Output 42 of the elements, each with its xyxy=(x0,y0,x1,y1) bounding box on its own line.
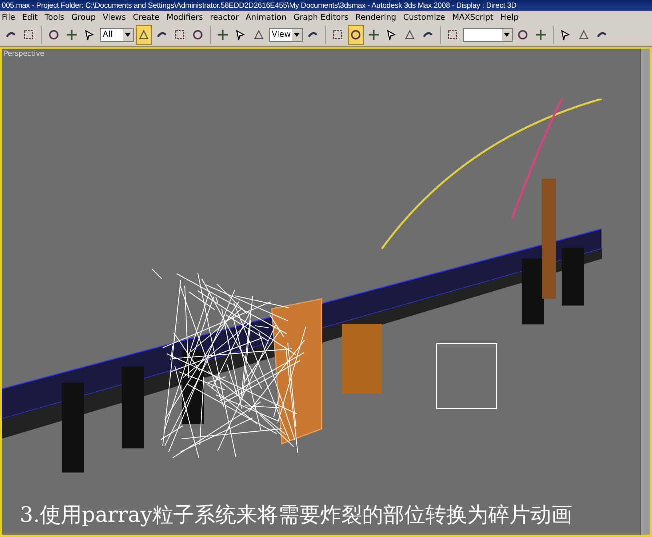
tool-icon xyxy=(578,28,590,40)
tool-icon xyxy=(535,28,547,40)
menu-item[interactable]: reactor xyxy=(210,12,239,22)
menu-item[interactable]: Customize xyxy=(403,12,446,22)
tool-icon xyxy=(84,28,96,40)
caption-text: 3.使用parray粒子系统来将需要炸裂的部位转换为碎片动画 xyxy=(20,502,572,529)
menu-item[interactable]: Views xyxy=(102,12,126,22)
menu-item[interactable]: MAXScript xyxy=(452,12,494,22)
toolbar-dropdown[interactable]: All xyxy=(100,28,134,42)
toolbar-dropdown[interactable] xyxy=(463,28,513,42)
caret-icon xyxy=(294,32,300,36)
tool-icon xyxy=(447,28,459,40)
menu-item[interactable]: Tools xyxy=(44,12,65,22)
tool-icon xyxy=(217,28,229,40)
tool-icon xyxy=(332,28,344,40)
menu-item[interactable]: Graph Editors xyxy=(294,12,349,22)
caret-icon xyxy=(125,32,131,36)
toolbar-dropdown[interactable]: View xyxy=(269,28,303,42)
menu-item[interactable]: File xyxy=(2,12,16,22)
tool-icon xyxy=(138,28,150,40)
tool-icon xyxy=(174,28,186,40)
tool-icon xyxy=(350,28,362,40)
tool-icon xyxy=(517,28,529,40)
tool-icon xyxy=(23,28,35,40)
menu-item[interactable]: Animation xyxy=(246,12,287,22)
tool-icon xyxy=(404,28,416,40)
menu-item[interactable]: Create xyxy=(133,12,160,22)
toolbar-button[interactable] xyxy=(348,24,364,44)
menu-item[interactable]: Help xyxy=(500,12,519,22)
tool-icon xyxy=(235,28,247,40)
tool-icon xyxy=(368,28,380,40)
tool-icon xyxy=(192,28,204,40)
tool-icon xyxy=(66,28,78,40)
menu-item[interactable]: Edit xyxy=(22,12,38,22)
tool-icon xyxy=(48,28,60,40)
menu-item[interactable]: Modifiers xyxy=(166,12,204,22)
caret-icon xyxy=(504,32,510,36)
menu-item[interactable]: Rendering xyxy=(356,12,396,22)
tool-icon xyxy=(253,28,265,40)
menu-item[interactable]: Group xyxy=(72,12,96,22)
tool-icon xyxy=(560,28,572,40)
tool-icon xyxy=(386,28,398,40)
